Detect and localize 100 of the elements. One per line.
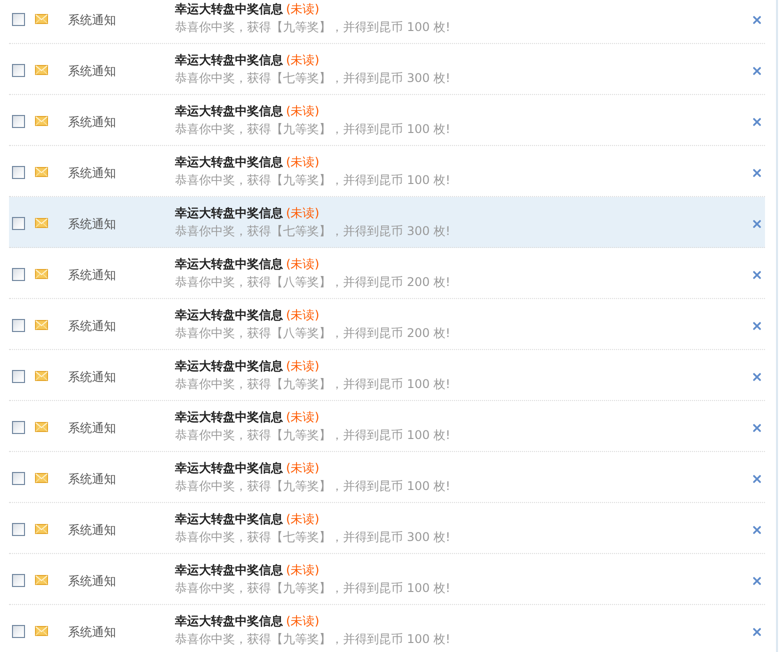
checkbox[interactable]	[12, 115, 25, 128]
sender-label: 系统通知	[68, 318, 117, 334]
message-body: 恭喜你中奖，获得【九等奖】，并得到昆币 100 枚!	[175, 121, 452, 138]
unread-status: (未读)	[286, 409, 320, 426]
sender-label: 系统通知	[68, 62, 117, 78]
close-icon	[753, 322, 761, 330]
sender-label: 系统通知	[68, 624, 117, 640]
unread-status: (未读)	[286, 307, 320, 324]
checkbox[interactable]	[12, 13, 25, 26]
sender-label: 系统通知	[68, 12, 117, 28]
message-body: 恭喜你中奖，获得【九等奖】，并得到昆币 100 枚!	[175, 478, 452, 495]
unread-status: (未读)	[286, 613, 320, 630]
delete-button[interactable]	[753, 270, 761, 278]
close-icon	[753, 16, 761, 24]
envelope-icon	[35, 524, 48, 534]
message-title[interactable]: 幸运大转盘中奖信息	[175, 561, 283, 579]
delete-button[interactable]	[753, 16, 761, 24]
sender-label: 系统通知	[68, 420, 117, 436]
delete-button[interactable]	[753, 66, 761, 74]
sender-label: 系统通知	[68, 522, 117, 538]
close-icon	[753, 424, 761, 432]
close-icon	[753, 474, 761, 482]
message-title[interactable]: 幸运大转盘中奖信息	[175, 408, 283, 426]
envelope-icon	[35, 14, 48, 24]
message-body: 恭喜你中奖，获得【九等奖】，并得到昆币 100 枚!	[175, 172, 452, 189]
close-icon	[753, 372, 761, 380]
unread-status: (未读)	[286, 358, 320, 375]
message-body: 恭喜你中奖，获得【七等奖】，并得到昆币 300 枚!	[175, 529, 452, 546]
unread-status: (未读)	[286, 1, 320, 18]
sender-label: 系统通知	[68, 114, 117, 130]
checkbox[interactable]	[12, 217, 25, 230]
checkbox[interactable]	[12, 625, 25, 638]
sender-label: 系统通知	[68, 216, 117, 232]
delete-button[interactable]	[753, 220, 761, 228]
delete-button[interactable]	[753, 322, 761, 330]
close-icon	[753, 220, 761, 228]
checkbox[interactable]	[12, 166, 25, 179]
message-title[interactable]: 幸运大转盘中奖信息	[175, 459, 283, 477]
message-title[interactable]: 幸运大转盘中奖信息	[175, 255, 283, 273]
message-row[interactable]: 系统通知 幸运大转盘中奖信息 (未读) 恭喜你中奖，获得【九等奖】，并得到昆币 100 枚!	[9, 0, 765, 44]
checkbox[interactable]	[12, 472, 25, 485]
envelope-icon	[35, 64, 48, 74]
message-title[interactable]: 幸运大转盘中奖信息	[175, 102, 283, 120]
checkbox[interactable]	[12, 319, 25, 332]
message-body: 恭喜你中奖，获得【八等奖】，并得到昆币 200 枚!	[175, 325, 452, 342]
envelope-icon	[35, 574, 48, 584]
unread-status: (未读)	[286, 205, 320, 222]
delete-button[interactable]	[753, 474, 761, 482]
sender-label: 系统通知	[68, 368, 117, 384]
checkbox[interactable]	[12, 421, 25, 434]
close-icon	[753, 628, 761, 636]
envelope-icon	[35, 626, 48, 636]
checkbox[interactable]	[12, 523, 25, 536]
message-title[interactable]: 幸运大转盘中奖信息	[175, 153, 283, 171]
message-body: 恭喜你中奖，获得【九等奖】，并得到昆币 100 枚!	[175, 580, 452, 597]
unread-status: (未读)	[286, 460, 320, 477]
delete-button[interactable]	[753, 628, 761, 636]
checkbox[interactable]	[12, 268, 25, 281]
message-body: 恭喜你中奖，获得【九等奖】，并得到昆币 100 枚!	[175, 376, 452, 393]
delete-button[interactable]	[753, 118, 761, 126]
checkbox[interactable]	[12, 64, 25, 77]
message-body: 恭喜你中奖，获得【七等奖】，并得到昆币 300 枚!	[175, 223, 452, 240]
delete-button[interactable]	[753, 576, 761, 584]
message-title[interactable]: 幸运大转盘中奖信息	[175, 306, 283, 324]
close-icon	[753, 66, 761, 74]
checkbox[interactable]	[12, 370, 25, 383]
message-title[interactable]: 幸运大转盘中奖信息	[175, 204, 283, 222]
delete-button[interactable]	[753, 526, 761, 534]
sender-label: 系统通知	[68, 470, 117, 486]
sender-label: 系统通知	[68, 164, 117, 180]
message-title[interactable]: 幸运大转盘中奖信息	[175, 357, 283, 375]
message-title[interactable]: 幸运大转盘中奖信息	[175, 0, 283, 18]
delete-button[interactable]	[753, 372, 761, 380]
message-body: 恭喜你中奖，获得【九等奖】，并得到昆币 100 枚!	[175, 19, 452, 36]
unread-status: (未读)	[286, 562, 320, 579]
sender-label: 系统通知	[68, 572, 117, 588]
message-row[interactable]: 系统通知 幸运大转盘中奖信息 (未读) 恭喜你中奖，获得【七等奖】，并得到昆币 300 枚!	[9, 197, 765, 248]
close-icon	[753, 118, 761, 126]
delete-button[interactable]	[753, 424, 761, 432]
message-body: 恭喜你中奖，获得【八等奖】，并得到昆币 200 枚!	[175, 274, 452, 291]
message-title[interactable]: 幸运大转盘中奖信息	[175, 51, 283, 69]
message-body: 恭喜你中奖，获得【七等奖】，并得到昆币 300 枚!	[175, 70, 452, 87]
checkbox[interactable]	[12, 574, 25, 587]
message-title[interactable]: 幸运大转盘中奖信息	[175, 612, 283, 630]
envelope-icon	[35, 422, 48, 432]
delete-button[interactable]	[753, 168, 761, 176]
close-icon	[753, 168, 761, 176]
envelope-icon	[35, 320, 48, 330]
close-icon	[753, 270, 761, 278]
message-title[interactable]: 幸运大转盘中奖信息	[175, 510, 283, 528]
envelope-icon	[35, 166, 48, 176]
close-icon	[753, 576, 761, 584]
message-body: 恭喜你中奖，获得【九等奖】，并得到昆币 100 枚!	[175, 631, 452, 648]
envelope-icon	[35, 472, 48, 482]
envelope-icon	[35, 370, 48, 380]
envelope-icon	[35, 218, 48, 228]
unread-status: (未读)	[286, 256, 320, 273]
unread-status: (未读)	[286, 52, 320, 69]
unread-status: (未读)	[286, 103, 320, 120]
unread-status: (未读)	[286, 154, 320, 171]
